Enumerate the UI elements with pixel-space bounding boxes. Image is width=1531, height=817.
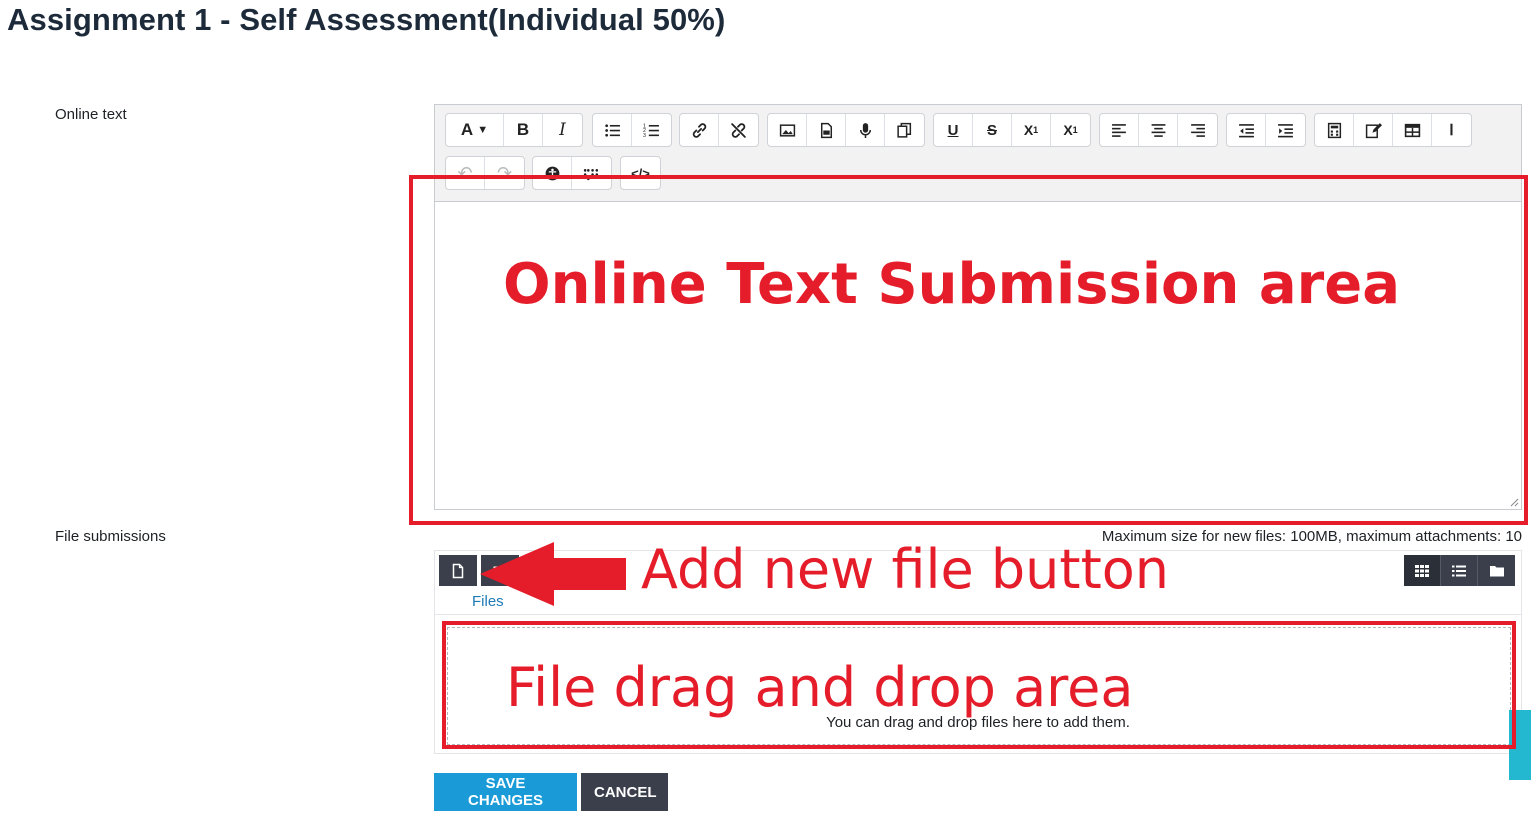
superscript-icon[interactable]: X1 xyxy=(1051,114,1090,146)
media-icon[interactable] xyxy=(807,114,846,146)
toolbar-group-accessibility xyxy=(532,156,612,190)
italic-icon[interactable]: I xyxy=(543,114,582,146)
toolbar-group-code: </> xyxy=(620,156,661,190)
font-style-icon[interactable]: A ▼ xyxy=(446,114,504,146)
text-cursor-icon[interactable]: Ⅰ xyxy=(1432,114,1471,146)
files-breadcrumb-link[interactable]: Files xyxy=(472,593,504,610)
file-manager-divider xyxy=(435,614,1521,615)
align-left-icon[interactable] xyxy=(1100,114,1139,146)
image-icon[interactable] xyxy=(768,114,807,146)
toolbar-group-style: A ▼ B I xyxy=(445,113,583,147)
dropzone-message: You can drag and drop files here to add … xyxy=(826,714,1130,731)
toolbar-group-indent xyxy=(1226,113,1306,147)
outdent-icon[interactable] xyxy=(1227,114,1266,146)
file-submissions-label: File submissions xyxy=(55,528,166,545)
table-icon[interactable] xyxy=(1393,114,1432,146)
view-switcher xyxy=(1404,555,1515,586)
align-right-icon[interactable] xyxy=(1178,114,1217,146)
file-limits-text: Maximum size for new files: 100MB, maxim… xyxy=(1101,528,1522,545)
toolbar-group-tools: Ⅰ xyxy=(1314,113,1472,147)
cancel-button[interactable]: CANCEL xyxy=(581,773,668,811)
braille-icon[interactable] xyxy=(572,157,611,189)
link-icon[interactable] xyxy=(680,114,719,146)
file-icon xyxy=(452,563,464,578)
toolbar-group-lists: 123 xyxy=(592,113,672,147)
folder-icon xyxy=(493,566,507,576)
align-center-icon[interactable] xyxy=(1139,114,1178,146)
create-folder-button[interactable] xyxy=(481,555,519,586)
subscript-icon[interactable]: X1 xyxy=(1012,114,1051,146)
strikethrough-icon[interactable]: S xyxy=(973,114,1012,146)
calculator-icon[interactable] xyxy=(1315,114,1354,146)
numbered-list-icon[interactable]: 123 xyxy=(632,114,671,146)
online-text-label: Online text xyxy=(55,106,127,123)
toolbar-group-history: ↶ ↷ xyxy=(445,156,525,190)
page-title: Assignment 1 - Self Assessment(Individua… xyxy=(7,2,726,37)
resize-grip-icon[interactable] xyxy=(1509,497,1519,507)
online-text-input[interactable] xyxy=(435,201,1521,509)
indent-icon[interactable] xyxy=(1266,114,1305,146)
online-text-editor: A ▼ B I 123 U S X1 X1 Ⅰ ↶ ↷ </> xyxy=(434,104,1522,510)
list-view-icon[interactable] xyxy=(1441,555,1478,586)
edit-icon[interactable] xyxy=(1354,114,1393,146)
undo-icon[interactable]: ↶ xyxy=(446,157,485,189)
tree-view-icon[interactable] xyxy=(1478,555,1515,586)
redo-icon[interactable]: ↷ xyxy=(485,157,524,189)
toolbar-group-align xyxy=(1099,113,1218,147)
toolbar-group-text: U S X1 X1 xyxy=(933,113,1091,147)
copy-icon[interactable] xyxy=(885,114,924,146)
html-code-icon[interactable]: </> xyxy=(621,157,660,189)
underline-icon[interactable]: U xyxy=(934,114,973,146)
side-drawer-tab[interactable] xyxy=(1509,710,1531,780)
save-changes-button[interactable]: SAVE CHANGES xyxy=(434,773,577,811)
unlink-icon[interactable] xyxy=(719,114,758,146)
toolbar-group-media xyxy=(767,113,925,147)
bullet-list-icon[interactable] xyxy=(593,114,632,146)
microphone-icon[interactable] xyxy=(846,114,885,146)
add-file-button[interactable] xyxy=(439,555,477,586)
bold-icon[interactable]: B xyxy=(504,114,543,146)
toolbar-group-links xyxy=(679,113,759,147)
accessibility-icon[interactable] xyxy=(533,157,572,189)
grid-view-icon[interactable] xyxy=(1404,555,1441,586)
svg-text:3: 3 xyxy=(643,132,646,138)
